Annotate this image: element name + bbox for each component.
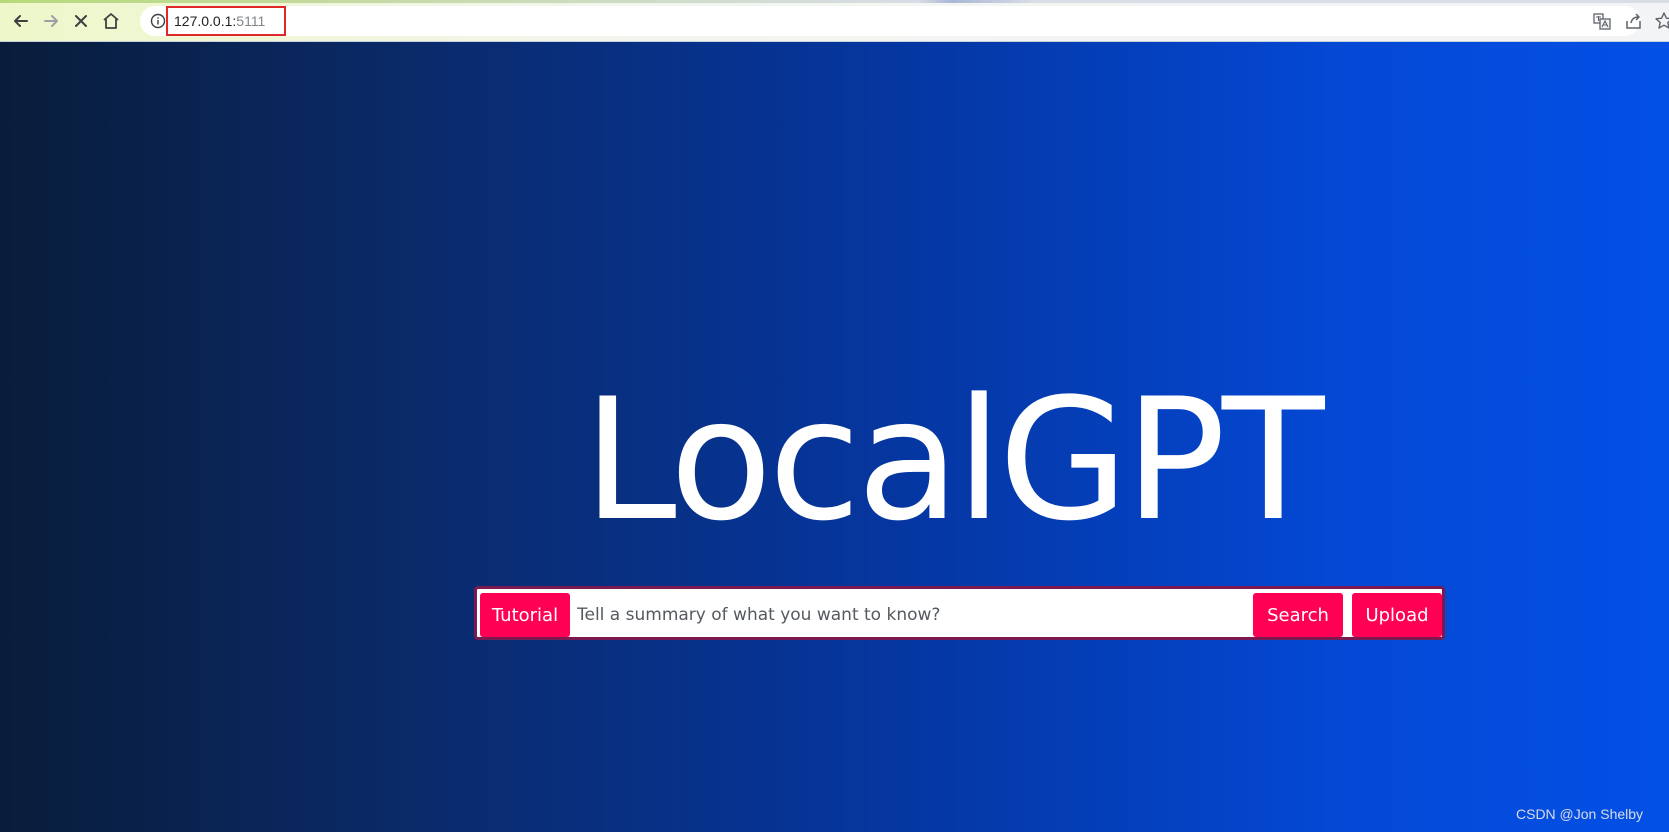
bookmark-star-icon[interactable] — [1654, 11, 1669, 31]
translate-icon[interactable] — [1592, 11, 1612, 31]
forward-button[interactable] — [39, 9, 63, 33]
tutorial-button[interactable]: Tutorial — [480, 593, 570, 637]
info-icon[interactable] — [150, 13, 166, 29]
search-button[interactable]: Search — [1253, 593, 1343, 637]
url-text[interactable]: 127.0.0.1: 5111 — [166, 6, 286, 36]
url-port: 5111 — [236, 13, 266, 29]
forward-arrow-icon — [44, 15, 58, 27]
back-button[interactable] — [9, 9, 33, 33]
back-arrow-icon — [14, 15, 28, 27]
home-button[interactable] — [99, 9, 123, 33]
search-panel: Tutorial Search Upload — [474, 586, 1445, 640]
browser-toolbar: 127.0.0.1: 5111 — [0, 0, 1669, 42]
upload-button[interactable]: Upload — [1352, 593, 1442, 637]
url-host: 127.0.0.1: — [174, 13, 237, 29]
stop-loading-icon — [75, 15, 87, 27]
address-bar[interactable]: 127.0.0.1: 5111 — [140, 6, 1640, 36]
home-icon — [103, 13, 119, 29]
share-icon[interactable] — [1624, 11, 1644, 31]
query-input[interactable] — [577, 593, 1227, 637]
page-title: LocalGPT — [583, 362, 1325, 558]
watermark: CSDN @Jon Shelby — [1516, 806, 1644, 822]
stop-loading-button[interactable] — [69, 9, 93, 33]
